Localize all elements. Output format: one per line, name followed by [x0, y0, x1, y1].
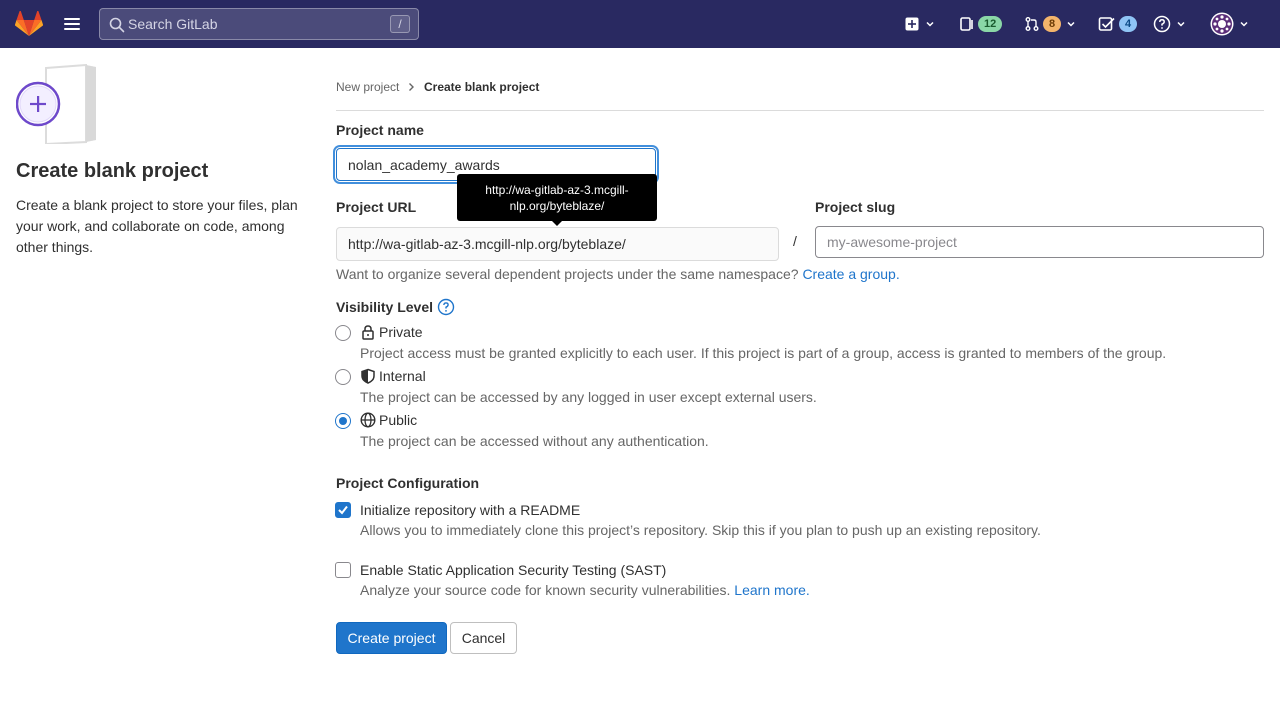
visibility-private-label: Private — [379, 324, 423, 340]
visibility-public-radio[interactable] — [335, 413, 351, 429]
new-item-dropdown[interactable] — [904, 12, 935, 36]
visibility-private-option[interactable]: Private — [360, 324, 423, 340]
top-navbar: Search GitLab / 12 8 4 — [0, 0, 1280, 48]
project-url-tooltip: http://wa-gitlab-az-3.mcgill-nlp.org/byt… — [457, 174, 657, 221]
checkmark-icon — [338, 505, 348, 515]
chevron-down-icon — [926, 21, 934, 27]
sast-checkbox[interactable] — [335, 562, 351, 578]
merge-requests-count-badge: 8 — [1043, 16, 1062, 32]
visibility-level-label: Visibility Level — [336, 299, 434, 315]
issues-count-badge: 12 — [978, 16, 1003, 32]
breadcrumb-new-project[interactable]: New project — [336, 80, 399, 94]
gitlab-logo-icon[interactable] — [15, 11, 43, 37]
project-configuration-label: Project Configuration — [336, 475, 480, 491]
todos-count-badge: 4 — [1119, 16, 1138, 32]
project-slug-placeholder: my-awesome-project — [827, 234, 957, 250]
visibility-internal-description: The project can be accessed by any logge… — [360, 389, 817, 405]
url-slug-separator: / — [793, 233, 797, 249]
breadcrumb: New project Create blank project — [336, 80, 1264, 111]
project-slug-input[interactable]: my-awesome-project — [815, 226, 1264, 258]
chevron-down-icon — [1177, 21, 1185, 27]
sast-description-text: Analyze your source code for known secur… — [360, 582, 731, 598]
visibility-level-heading: Visibility Level — [336, 298, 455, 316]
namespace-help-label: Want to organize several dependent proje… — [336, 266, 799, 282]
search-icon — [109, 17, 125, 33]
breadcrumb-current: Create blank project — [424, 80, 540, 94]
project-slug-label: Project slug — [815, 199, 896, 215]
tooltip-arrow — [552, 221, 562, 226]
visibility-public-option[interactable]: Public — [360, 412, 417, 428]
visibility-internal-label: Internal — [379, 368, 426, 384]
learn-more-link[interactable]: Learn more. — [734, 582, 809, 598]
help-dropdown[interactable] — [1153, 12, 1186, 36]
project-url-value: http://wa-gitlab-az-3.mcgill-nlp.org/byt… — [348, 236, 626, 252]
cancel-button[interactable]: Cancel — [450, 622, 517, 654]
page-description: Create a blank project to store your fil… — [16, 197, 298, 255]
todo-checkbox-icon — [1098, 17, 1115, 31]
issues-icon — [960, 17, 973, 31]
visibility-internal-radio[interactable] — [335, 369, 351, 385]
help-question-icon[interactable] — [437, 298, 455, 316]
project-name-value: nolan_academy_awards — [348, 156, 500, 173]
issues-button[interactable]: 12 — [959, 12, 1003, 36]
sast-description: Analyze your source code for known secur… — [360, 582, 810, 598]
merge-request-icon — [1025, 17, 1039, 31]
shield-icon — [361, 368, 375, 384]
readme-checkbox[interactable] — [335, 502, 351, 518]
project-name-label: Project name — [336, 122, 424, 138]
search-placeholder: Search GitLab — [128, 16, 218, 32]
page-title: Create blank project — [16, 160, 209, 182]
todos-button[interactable]: 4 — [1098, 12, 1138, 36]
sast-label[interactable]: Enable Static Application Security Testi… — [360, 562, 666, 578]
plus-square-icon — [905, 17, 919, 31]
project-url-label: Project URL — [336, 199, 417, 215]
help-question-icon — [1153, 15, 1171, 33]
search-box[interactable]: Search GitLab / — [99, 8, 419, 40]
visibility-private-description: Project access must be granted explicitl… — [360, 345, 1167, 361]
globe-icon — [360, 412, 376, 428]
visibility-private-radio[interactable] — [335, 325, 351, 341]
chevron-down-icon — [1067, 21, 1075, 27]
create-project-button[interactable]: Create project — [336, 622, 447, 654]
readme-description: Allows you to immediately clone this pro… — [360, 522, 1041, 538]
visibility-public-label: Public — [379, 412, 418, 428]
visibility-public-description: The project can be accessed without any … — [360, 433, 709, 449]
search-shortcut-key: / — [390, 15, 410, 33]
project-url-select[interactable]: http://wa-gitlab-az-3.mcgill-nlp.org/byt… — [336, 227, 779, 261]
hamburger-menu-icon[interactable] — [62, 14, 82, 34]
blank-project-illustration — [16, 64, 96, 144]
readme-label[interactable]: Initialize repository with a README — [360, 502, 580, 518]
namespace-help-text: Want to organize several dependent proje… — [336, 266, 900, 282]
visibility-internal-option[interactable]: Internal — [360, 368, 426, 384]
chevron-right-icon — [409, 83, 414, 91]
chevron-down-icon — [1240, 21, 1248, 27]
user-menu-dropdown[interactable] — [1210, 12, 1249, 36]
lock-icon — [362, 325, 374, 340]
create-group-link[interactable]: Create a group. — [802, 266, 899, 282]
user-avatar-icon — [1210, 12, 1234, 36]
merge-requests-dropdown[interactable]: 8 — [1024, 12, 1076, 36]
